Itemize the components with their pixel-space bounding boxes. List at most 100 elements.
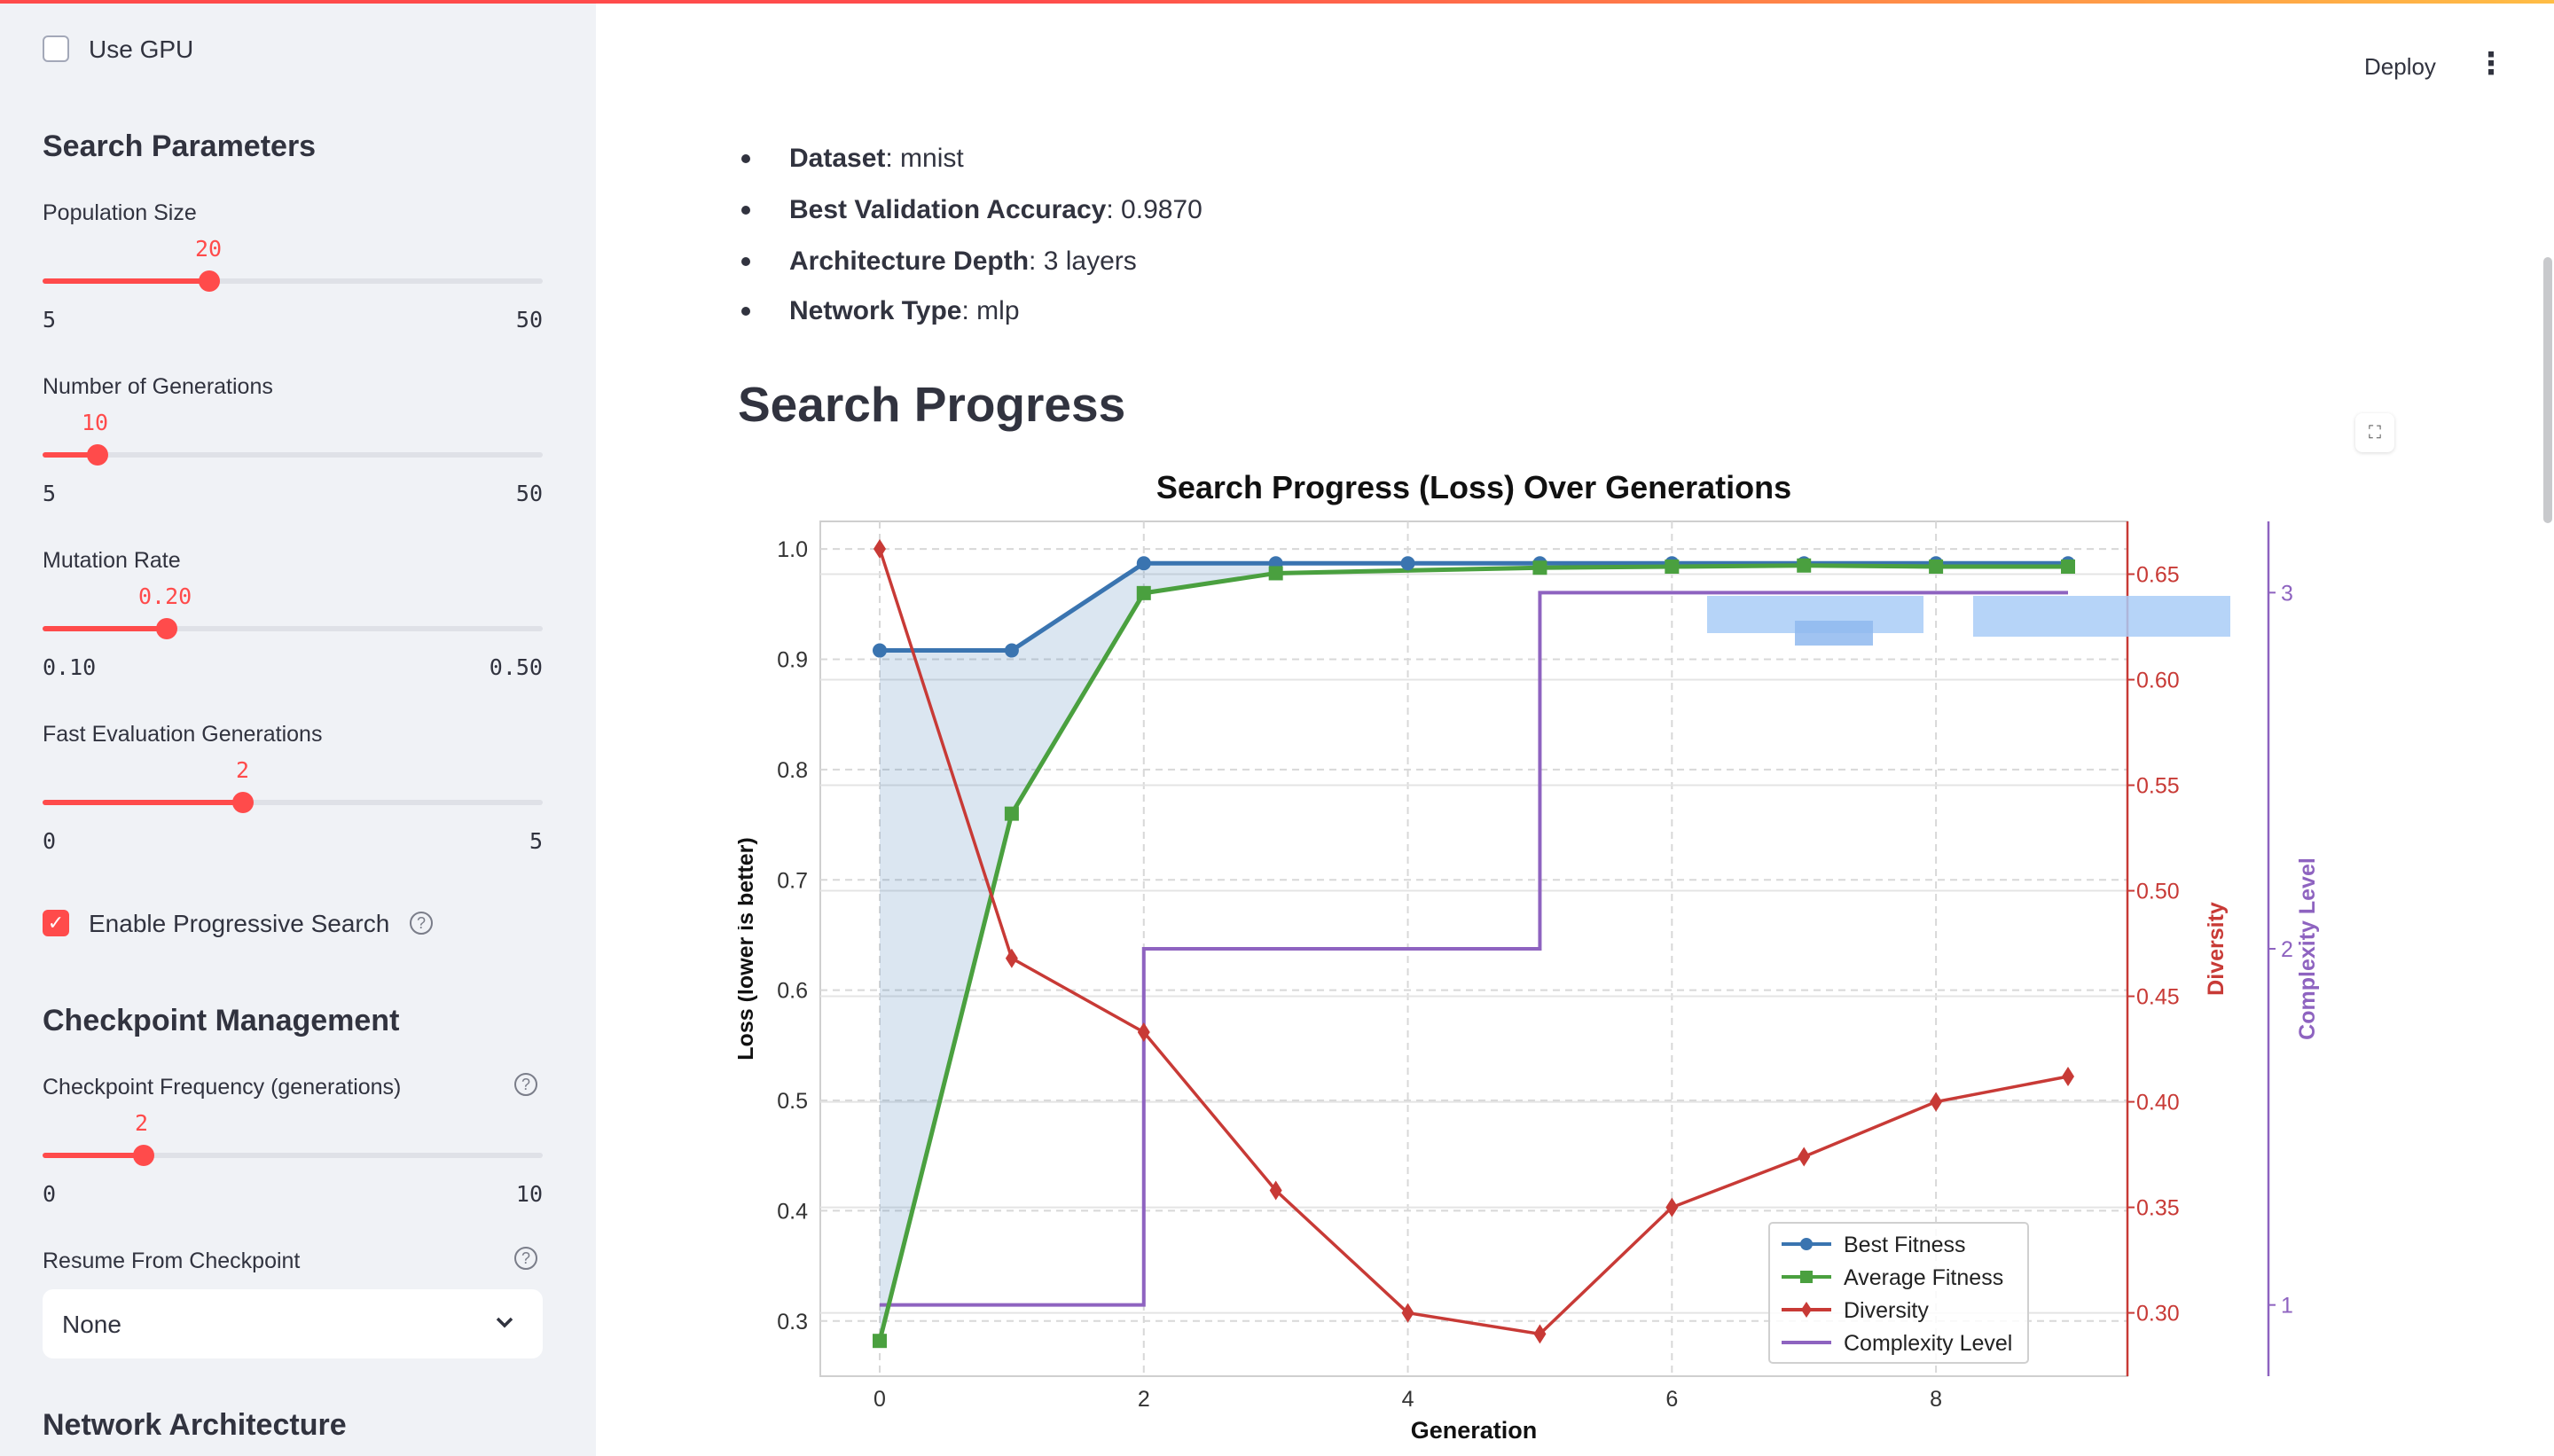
- sidebar: Use GPU Search Parameters Population Siz…: [0, 4, 596, 1456]
- best-fitness-point: [1004, 643, 1019, 658]
- main-menu-icon[interactable]: ⋮: [2476, 46, 2506, 82]
- summary-architecture-depth: Architecture Depth: 3 layers: [789, 247, 1137, 276]
- use-gpu-label: Use GPU: [89, 35, 194, 63]
- x-tick-label: 0: [874, 1387, 886, 1412]
- num-generations-thumb[interactable]: [87, 444, 108, 466]
- mutation-rate-thumb[interactable]: [156, 618, 177, 639]
- y-tick-label: 0.5: [777, 1089, 808, 1114]
- population-size-thumb[interactable]: [199, 270, 220, 292]
- legend-marker: [1800, 1271, 1813, 1283]
- search-progress-chart: Search Progress (Loss) Over Generations 0…: [738, 469, 2320, 1444]
- population-size-slider[interactable]: [43, 270, 543, 292]
- checkpoint-frequency-value: 2: [135, 1110, 149, 1136]
- chevron-down-icon: [496, 1317, 513, 1328]
- y-tick-label: 0.4: [777, 1199, 808, 1224]
- y-tick-label: 0.7: [777, 868, 808, 893]
- num-generations-min: 5: [43, 481, 57, 506]
- num-generations-slider[interactable]: [43, 444, 543, 466]
- average-fitness-point: [873, 1334, 887, 1349]
- mutation-rate-min: 0.10: [43, 654, 97, 680]
- average-fitness-point: [1665, 559, 1680, 574]
- y2-tick-label: 0.50: [2136, 880, 2180, 904]
- bullet-icon: [741, 206, 750, 215]
- fullscreen-icon[interactable]: ⛶: [2355, 413, 2394, 452]
- population-size-value: 20: [195, 236, 223, 262]
- x-tick-label: 2: [1138, 1387, 1150, 1412]
- highlight-box: [1795, 621, 1873, 646]
- y-tick-label: 0.9: [777, 647, 808, 672]
- progressive-search-checkbox[interactable]: ✓: [43, 910, 69, 936]
- num-generations-value: 10: [82, 410, 109, 435]
- population-size-max: 50: [515, 307, 543, 333]
- best-fitness-point: [873, 643, 887, 658]
- mutation-rate-max: 0.50: [489, 654, 543, 680]
- y3-tick-label: 3: [2281, 581, 2293, 606]
- y3-tick-label: 2: [2281, 937, 2293, 962]
- summary-best-accuracy: Best Validation Accuracy: 0.9870: [789, 195, 1203, 224]
- bullet-icon: [741, 307, 750, 316]
- legend-marker: [1800, 1238, 1813, 1250]
- resume-label: Resume From Checkpoint: [43, 1249, 301, 1273]
- fast-eval-thumb[interactable]: [232, 792, 254, 813]
- use-gpu-checkbox[interactable]: [43, 35, 69, 62]
- chart-title: Search Progress (Loss) Over Generations: [1156, 469, 1791, 505]
- num-generations-max: 50: [515, 481, 543, 506]
- fast-eval-value: 2: [236, 757, 250, 783]
- checkpoint-frequency-slider[interactable]: [43, 1145, 543, 1166]
- average-fitness-point: [1136, 585, 1151, 600]
- fast-eval-label: Fast Evaluation Generations: [43, 722, 323, 747]
- search-parameters-header: Search Parameters: [43, 129, 317, 163]
- population-size-label: Population Size: [43, 200, 197, 225]
- checkpoint-frequency-thumb[interactable]: [133, 1145, 154, 1166]
- resume-select-value: None: [62, 1311, 121, 1338]
- checkpoint-frequency-help-icon[interactable]: ?: [514, 1073, 537, 1096]
- resume-select[interactable]: None: [43, 1289, 543, 1358]
- scrollbar[interactable]: [2543, 257, 2552, 523]
- summary-network-type: Network Type: mlp: [789, 296, 1020, 325]
- average-fitness-point: [1797, 558, 1812, 573]
- highlight-box: [1973, 596, 2230, 637]
- deploy-button[interactable]: Deploy: [2364, 53, 2436, 81]
- y2-tick-label: 0.45: [2136, 985, 2180, 1010]
- legend-label: Best Fitness: [1844, 1233, 1966, 1257]
- fast-eval-slider[interactable]: [43, 792, 543, 813]
- resume-help-icon[interactable]: ?: [514, 1247, 537, 1270]
- y2-tick-label: 0.40: [2136, 1091, 2180, 1115]
- checkpoint-management-header: Checkpoint Management: [43, 1004, 400, 1037]
- progressive-search-help-icon[interactable]: ?: [410, 912, 433, 935]
- y-axis-label: Loss (lower is better): [738, 837, 758, 1060]
- mutation-rate-slider[interactable]: [43, 618, 543, 639]
- y-tick-label: 0.3: [777, 1310, 808, 1335]
- fast-eval-min: 0: [43, 828, 57, 854]
- y2-tick-label: 0.30: [2136, 1302, 2180, 1327]
- x-tick-label: 4: [1402, 1387, 1414, 1412]
- bullet-icon: [741, 154, 750, 163]
- mutation-rate-label: Mutation Rate: [43, 548, 181, 573]
- checkpoint-frequency-label: Checkpoint Frequency (generations): [43, 1075, 402, 1100]
- network-architecture-header: Network Architecture: [43, 1408, 347, 1442]
- summary-dataset: Dataset: mnist: [789, 144, 964, 173]
- y2-axis-label: Diversity: [2204, 902, 2229, 996]
- x-axis-label: Generation: [1411, 1417, 1538, 1444]
- y2-tick-label: 0.35: [2136, 1196, 2180, 1221]
- average-fitness-point: [1532, 560, 1547, 575]
- checkpoint-frequency-min: 0: [43, 1181, 57, 1207]
- average-fitness-point: [2061, 559, 2075, 574]
- legend-label: Diversity: [1844, 1298, 1929, 1323]
- y-tick-label: 0.6: [777, 979, 808, 1004]
- y3-tick-label: 1: [2281, 1294, 2293, 1319]
- legend-label: Average Fitness: [1844, 1265, 2003, 1290]
- population-size-min: 5: [43, 307, 57, 333]
- bullet-icon: [741, 257, 750, 266]
- y2-tick-label: 0.60: [2136, 669, 2180, 693]
- average-fitness-point: [1268, 566, 1283, 581]
- y-tick-label: 0.8: [777, 758, 808, 783]
- y3-axis-label: Complexity Level: [2295, 857, 2320, 1040]
- y-tick-label: 1.0: [777, 537, 808, 562]
- main-content: Deploy ⋮ Dataset: mnist Best Validation …: [596, 4, 2554, 1456]
- fast-eval-max: 5: [529, 828, 543, 854]
- y2-tick-label: 0.65: [2136, 563, 2180, 588]
- y2-tick-label: 0.55: [2136, 774, 2180, 799]
- x-tick-label: 8: [1930, 1387, 1942, 1412]
- x-tick-label: 6: [1665, 1387, 1678, 1412]
